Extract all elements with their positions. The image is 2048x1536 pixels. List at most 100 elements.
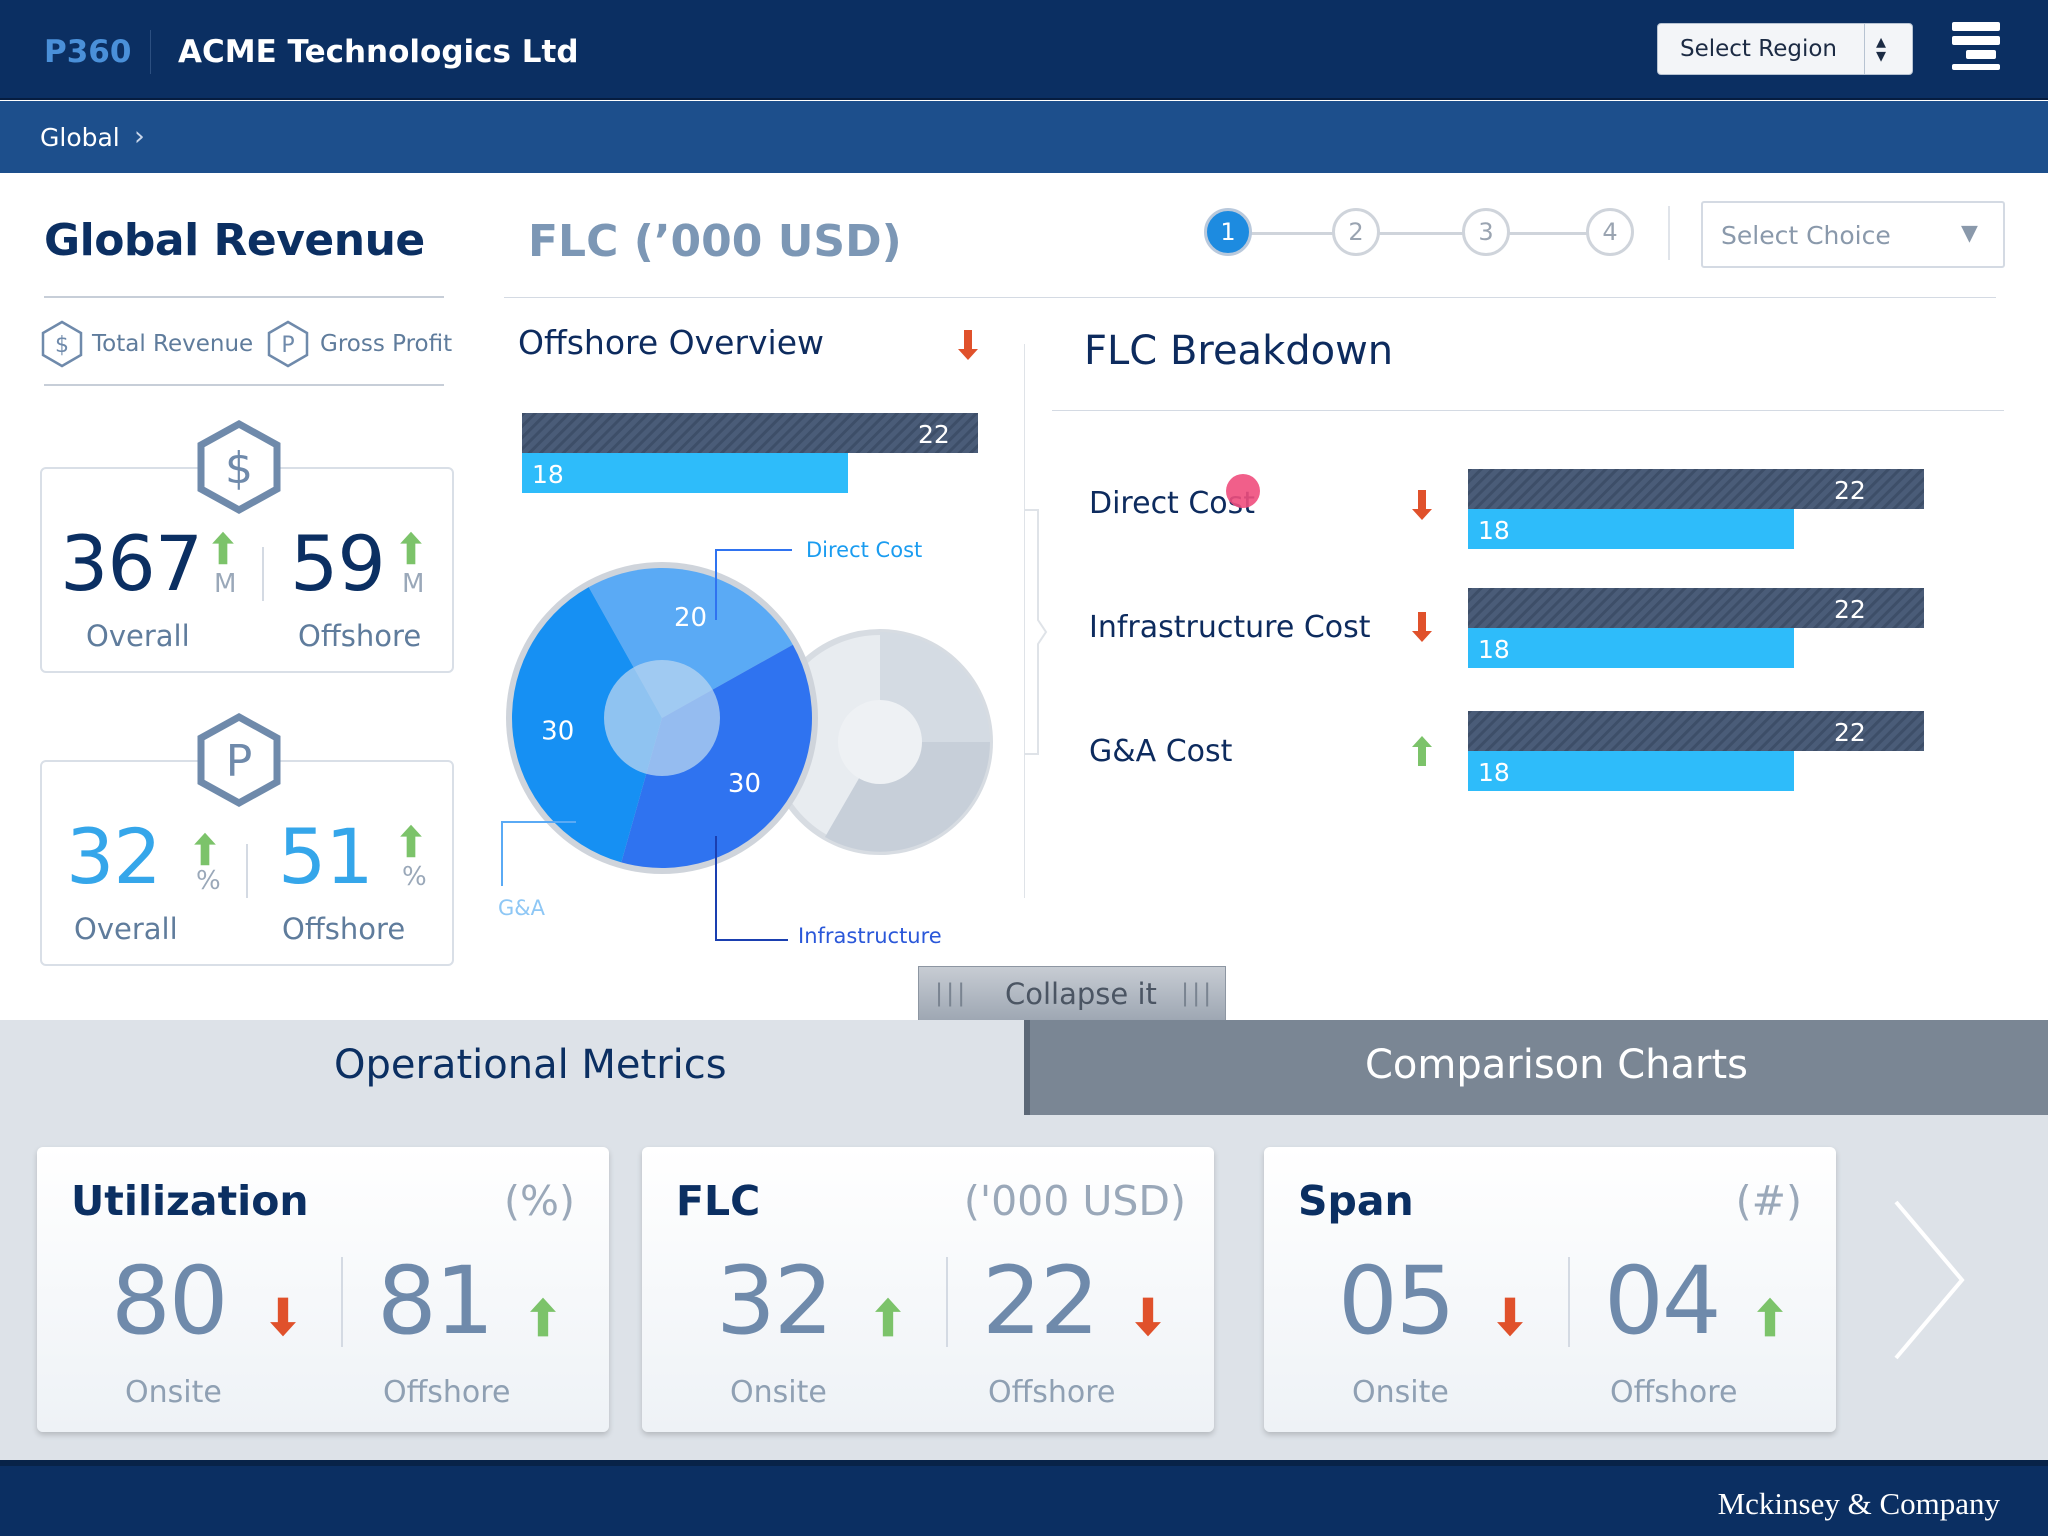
divider	[1052, 410, 2004, 411]
brand-divider	[150, 30, 151, 74]
revenue-overall-label: Overall	[86, 619, 190, 653]
divider	[1568, 1257, 1570, 1347]
svg-text:18: 18	[1478, 758, 1510, 787]
metric-offshore-label: Offshore	[383, 1375, 511, 1410]
metric-offshore-value: 81	[377, 1247, 495, 1356]
breakdown-bars-ga-cost: 22 18	[1468, 711, 1924, 791]
breakdown-label-ga-cost: G&A Cost	[1089, 734, 1233, 769]
svg-text:22: 22	[1834, 476, 1866, 505]
pie-center	[604, 660, 720, 776]
revenue-offshore-value: 59	[290, 519, 386, 608]
trend-up-icon	[192, 830, 218, 868]
pie-slice-label: 20	[674, 603, 707, 633]
metric-unit: (#)	[1735, 1177, 1802, 1225]
bar-dark-value: 22	[918, 420, 950, 449]
region-select[interactable]: Select Region ▴ ▾	[1657, 23, 1913, 75]
menu-icon[interactable]	[1952, 22, 2000, 70]
profit-overall-value: 32	[66, 812, 162, 901]
trend-down-icon	[1410, 488, 1434, 522]
revenue-offshore-label: Offshore	[298, 619, 422, 653]
trend-down-icon	[267, 1295, 299, 1339]
metric-card-utilization[interactable]: Utilization (%) 80 81 Onsite Offshore	[37, 1147, 609, 1432]
metric-offshore-value: 22	[982, 1247, 1100, 1356]
brand-logo[interactable]: P360	[44, 34, 131, 70]
p-letter: P	[226, 736, 253, 787]
metric-title: Utilization	[71, 1177, 309, 1225]
legend-total-revenue[interactable]: Total Revenue	[92, 331, 253, 357]
metric-onsite-label: Onsite	[125, 1375, 222, 1410]
bar-light	[522, 453, 848, 493]
tab-operational-metrics[interactable]: Operational Metrics	[0, 1020, 1024, 1115]
metric-card-flc[interactable]: FLC ('000 USD) 32 22 Onsite Offshore	[642, 1147, 1214, 1432]
divider	[946, 1257, 948, 1347]
divider	[44, 384, 444, 386]
trend-up-icon	[398, 529, 424, 567]
bar-dark	[522, 413, 978, 453]
footer-label: Mckinsey & Company	[1717, 1486, 2000, 1521]
region-select-divider	[1864, 24, 1865, 74]
tab-label: Operational Metrics	[334, 1042, 727, 1088]
bottom-tabs: Operational Metrics Comparison Charts	[0, 1020, 2048, 1115]
trend-up-icon	[1754, 1295, 1786, 1339]
divider	[262, 547, 264, 601]
collapse-label: Collapse it	[1005, 977, 1157, 1011]
dollar-hex-icon: $	[197, 420, 281, 514]
touch-indicator	[1226, 474, 1260, 508]
callout-infrastructure: Infrastructure	[798, 924, 942, 948]
divider	[504, 297, 1996, 298]
bar-light-value: 18	[532, 460, 564, 489]
callout-direct-cost: Direct Cost	[806, 538, 923, 562]
tab-label: Comparison Charts	[1365, 1042, 1748, 1088]
trend-down-icon	[1132, 1295, 1164, 1339]
ghost-center	[838, 700, 922, 784]
metric-offshore-label: Offshore	[988, 1375, 1116, 1410]
trend-up-icon	[210, 529, 236, 567]
collapse-button[interactable]: ||| Collapse it |||	[918, 966, 1226, 1020]
tab-comparison-charts[interactable]: Comparison Charts	[1024, 1020, 2048, 1115]
step-track	[1240, 232, 1600, 235]
region-select-label: Select Region	[1680, 36, 1838, 62]
metric-onsite-value: 80	[111, 1247, 229, 1356]
section-title-global-revenue: Global Revenue	[44, 215, 425, 266]
callout-ga: G&A	[498, 896, 546, 920]
footer: Mckinsey & Company	[0, 1460, 2048, 1536]
flc-breakdown-title: FLC Breakdown	[1084, 328, 1394, 374]
divider	[341, 1257, 343, 1347]
metric-offshore-value: 04	[1604, 1247, 1722, 1356]
metric-title: Span	[1298, 1177, 1414, 1225]
trend-up-icon	[398, 822, 424, 860]
metric-title: FLC	[676, 1177, 761, 1225]
choice-select[interactable]: Select Choice ▼	[1701, 201, 2005, 268]
step-2[interactable]: 2	[1332, 208, 1380, 256]
metric-card-span[interactable]: Span (#) 05 04 Onsite Offshore	[1264, 1147, 1836, 1432]
dropdown-arrow-icon: ▼	[1961, 221, 1978, 246]
trend-up-icon	[1410, 734, 1434, 768]
dollar-sign: $	[225, 443, 253, 494]
svg-text:$: $	[55, 333, 69, 358]
breakdown-bars-direct-cost: 22 18	[1468, 469, 1924, 549]
section-title-flc: FLC (’000 USD)	[528, 216, 902, 267]
trend-down-icon	[1494, 1295, 1526, 1339]
metric-unit: (%)	[504, 1177, 575, 1225]
step-4[interactable]: 4	[1586, 208, 1634, 256]
trend-down-icon	[956, 328, 980, 362]
breadcrumb-item-global[interactable]: Global	[40, 123, 120, 152]
chevron-right-icon[interactable]	[1888, 1198, 1968, 1362]
step-indicator: 1 2 3 4	[1200, 208, 1640, 260]
divider	[44, 296, 444, 298]
bracket-connector	[1024, 509, 1048, 755]
profit-offshore-unit: %	[402, 862, 427, 892]
trend-up-icon	[527, 1295, 559, 1339]
offshore-bar-chart: 22 18	[522, 413, 978, 493]
dollar-hex-icon: $	[41, 320, 83, 368]
grip-icon: |||	[935, 979, 969, 1007]
step-1[interactable]: 1	[1204, 208, 1252, 256]
trend-down-icon	[1410, 610, 1434, 644]
offshore-overview-title: Offshore Overview	[518, 323, 825, 362]
legend-gross-profit[interactable]: Gross Profit	[320, 331, 452, 357]
profit-overall-label: Overall	[74, 912, 178, 946]
company-name: ACME Technologics Ltd	[178, 34, 579, 70]
step-3[interactable]: 3	[1462, 208, 1510, 256]
svg-text:P: P	[281, 333, 294, 358]
profit-overall-unit: %	[196, 866, 221, 896]
